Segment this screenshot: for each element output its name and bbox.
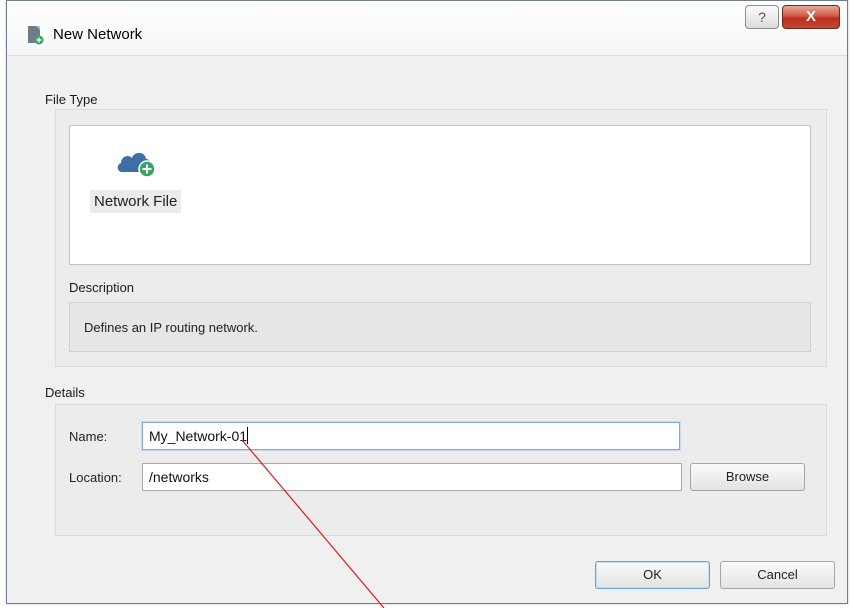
location-input-value: /networks xyxy=(149,469,209,485)
name-input-value: My_Network-01 xyxy=(149,428,248,444)
details-label: Details xyxy=(45,385,85,400)
name-label: Name: xyxy=(69,429,108,444)
close-button[interactable]: X xyxy=(782,5,840,29)
file-type-list[interactable]: Network File xyxy=(69,125,811,265)
cloud-add-icon xyxy=(116,146,158,178)
description-label: Description xyxy=(69,280,135,295)
location-input[interactable]: /networks xyxy=(142,463,682,491)
description-text: Defines an IP routing network. xyxy=(84,320,258,335)
description-box: Defines an IP routing network. xyxy=(69,302,811,352)
new-network-dialog: New Network ? X File Type Network File D… xyxy=(6,0,848,604)
file-type-item-label: Network File xyxy=(90,190,182,213)
document-network-icon xyxy=(27,25,45,45)
file-type-label: File Type xyxy=(45,92,98,107)
text-caret xyxy=(247,427,249,444)
name-input[interactable]: My_Network-01 xyxy=(142,422,680,450)
cancel-button[interactable]: Cancel xyxy=(720,561,835,589)
title-bar[interactable]: New Network ? X xyxy=(7,1,847,56)
help-button[interactable]: ? xyxy=(745,5,779,29)
location-label: Location: xyxy=(69,470,122,485)
file-type-item-network-file[interactable]: Network File xyxy=(86,146,190,216)
ok-button[interactable]: OK xyxy=(595,561,710,589)
window-title: New Network xyxy=(53,26,143,43)
browse-button[interactable]: Browse xyxy=(690,463,805,491)
